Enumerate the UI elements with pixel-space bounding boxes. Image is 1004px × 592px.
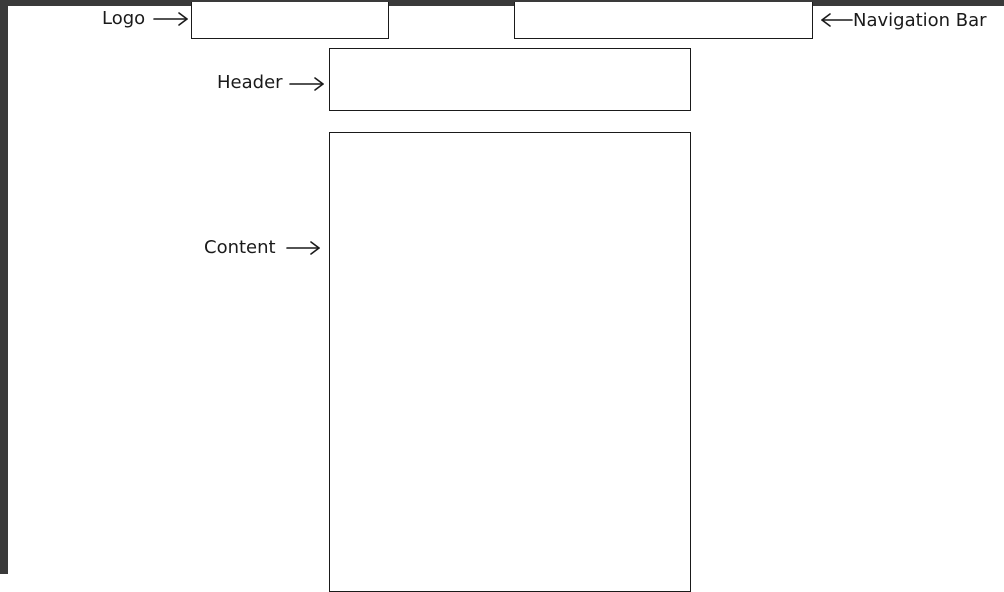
arrows-layer bbox=[153, 12, 853, 255]
logo-arrow-icon bbox=[153, 12, 188, 26]
header-arrow-icon bbox=[289, 77, 324, 91]
navigation-bar-arrow-icon bbox=[821, 13, 853, 27]
content-arrow-icon bbox=[286, 241, 320, 255]
